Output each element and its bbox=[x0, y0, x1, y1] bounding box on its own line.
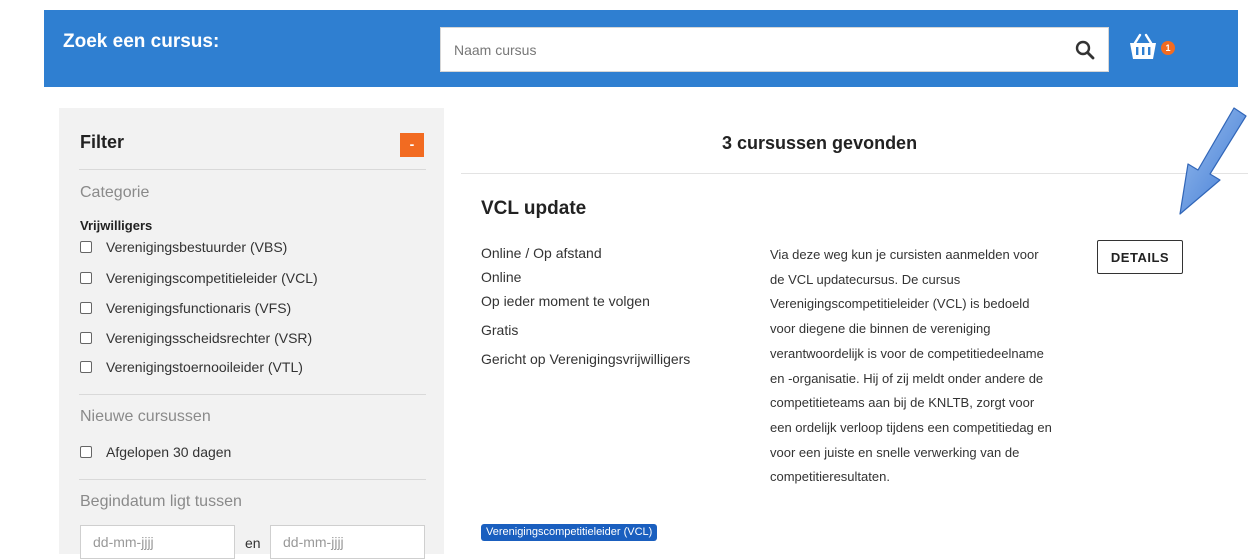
search-icon[interactable] bbox=[1074, 39, 1096, 61]
course-mode: Online bbox=[481, 269, 522, 285]
nieuwe-cursussen-title: Nieuwe cursussen bbox=[80, 408, 211, 425]
filter-collapse-button[interactable]: - bbox=[400, 133, 424, 157]
checkbox-vcl[interactable]: Verenigingscompetitieleider (VCL) bbox=[80, 269, 318, 287]
checkbox[interactable] bbox=[80, 272, 92, 284]
checkbox-label: Afgelopen 30 dagen bbox=[106, 444, 232, 460]
checkbox-label: Verenigingsfunctionaris (VFS) bbox=[106, 300, 292, 316]
begindatum-title: Begindatum ligt tussen bbox=[80, 493, 242, 510]
course-audience: Gericht op Verenigingsvrijwilligers bbox=[481, 351, 691, 367]
checkbox-afgelopen-30-dagen[interactable]: Afgelopen 30 dagen bbox=[80, 443, 231, 461]
checkbox-vtl[interactable]: Verenigingstoernooileider (VTL) bbox=[80, 358, 303, 376]
search-box[interactable] bbox=[440, 27, 1109, 72]
search-header: Zoek een cursus: 1 bbox=[44, 10, 1238, 87]
group-vrijwilligers: Vrijwilligers bbox=[80, 218, 153, 233]
course-schedule: Op ieder moment te volgen bbox=[481, 293, 650, 309]
checkbox[interactable] bbox=[80, 302, 92, 314]
checkbox-vsr[interactable]: Verenigingsscheidsrechter (VSR) bbox=[80, 329, 312, 347]
course-tag[interactable]: Verenigingscompetitieleider (VCL) bbox=[481, 524, 658, 541]
course-description: Via deze weg kun je cursisten aanmelden … bbox=[770, 247, 1052, 485]
checkbox-label: Verenigingscompetitieleider (VCL) bbox=[106, 270, 318, 286]
checkbox-label: Verenigingsscheidsrechter (VSR) bbox=[106, 330, 313, 346]
categorie-title: Categorie bbox=[80, 184, 150, 201]
course-location: Online / Op afstand bbox=[481, 245, 602, 261]
checkbox-vbs[interactable]: Verenigingsbestuurder (VBS) bbox=[80, 238, 287, 256]
course-title: VCL update bbox=[481, 198, 587, 219]
results-count: 3 cursussen gevonden bbox=[722, 133, 918, 153]
basket-count-badge: 1 bbox=[1161, 41, 1175, 55]
date-separator: en bbox=[245, 535, 261, 551]
search-input[interactable] bbox=[441, 28, 1061, 71]
checkbox[interactable] bbox=[80, 446, 92, 458]
divider bbox=[79, 479, 426, 480]
arrow-pointer-icon bbox=[1179, 107, 1247, 215]
course-price: Gratis bbox=[481, 322, 519, 338]
filter-title: Filter bbox=[80, 132, 125, 152]
checkbox-label: Verenigingstoernooileider (VTL) bbox=[106, 359, 303, 375]
divider bbox=[79, 169, 426, 170]
divider bbox=[461, 173, 1248, 174]
divider bbox=[79, 394, 426, 395]
checkbox-vfs[interactable]: Verenigingsfunctionaris (VFS) bbox=[80, 299, 291, 317]
checkbox[interactable] bbox=[80, 361, 92, 373]
details-button[interactable]: DETAILS bbox=[1097, 240, 1183, 274]
checkbox[interactable] bbox=[80, 332, 92, 344]
checkbox-label: Verenigingsbestuurder (VBS) bbox=[106, 239, 288, 255]
checkbox[interactable] bbox=[80, 241, 92, 253]
filter-sidebar: Filter - Categorie Vrijwilligers Verenig… bbox=[59, 108, 444, 559]
header-title: Zoek een cursus: bbox=[63, 31, 220, 52]
